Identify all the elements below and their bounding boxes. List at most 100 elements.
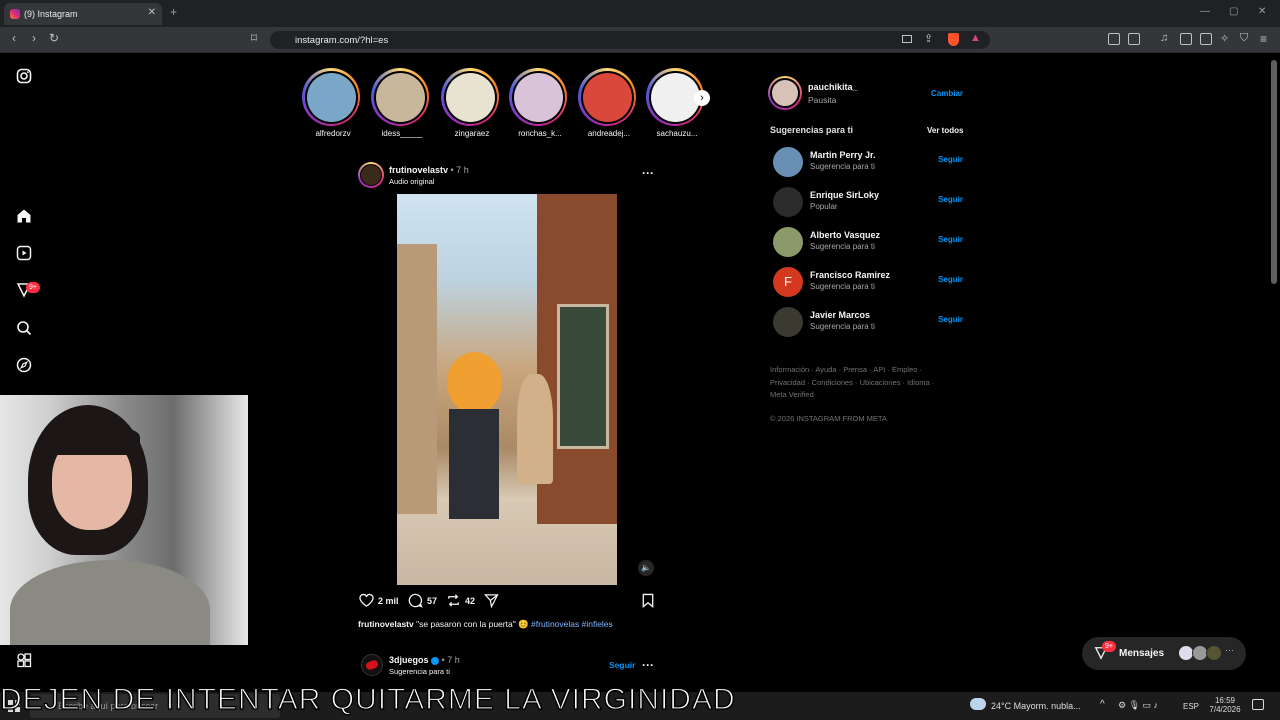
suggestion-name[interactable]: Martin Perry Jr. xyxy=(810,150,876,160)
suggestion-avatar[interactable] xyxy=(773,147,803,177)
reload-icon[interactable]: ↻ xyxy=(46,31,62,45)
caption-hashtags[interactable]: #frutinovelas #infieles xyxy=(531,619,613,629)
repost-icon[interactable] xyxy=(446,593,461,613)
post-time: • 7 h xyxy=(450,165,469,175)
suggestion-avatar[interactable] xyxy=(773,187,803,217)
instagram-favicon xyxy=(10,9,20,19)
page-scrollbar[interactable] xyxy=(1271,60,1277,284)
more-icon[interactable] xyxy=(14,652,34,672)
maximize-icon[interactable]: ▢ xyxy=(1229,6,1238,17)
post-caption: frutinovelastv "se pasaron con la puerta… xyxy=(358,619,613,630)
next-post-author[interactable]: 3djuegos xyxy=(389,655,429,665)
back-icon[interactable]: ‹ xyxy=(6,31,22,45)
weather-text[interactable]: 24°C Mayorm. nubla... xyxy=(991,701,1081,711)
post-options-icon[interactable]: ··· xyxy=(642,166,654,180)
vpn-icon[interactable]: ⛉ xyxy=(1240,32,1248,45)
story-item[interactable]: andreadej... xyxy=(578,68,640,138)
instagram-logo-icon[interactable] xyxy=(14,68,34,88)
next-post-avatar[interactable] xyxy=(361,654,383,676)
post-author-line: frutinovelastv • 7 h xyxy=(389,165,469,175)
switch-account-button[interactable]: Cambiar xyxy=(931,89,963,98)
wallet-icon[interactable] xyxy=(1200,33,1212,45)
follow-button[interactable]: Seguir xyxy=(938,275,963,284)
next-post-follow-button[interactable]: Seguir xyxy=(609,660,635,670)
story-avatar xyxy=(445,72,495,122)
follow-button[interactable]: Seguir xyxy=(938,315,963,324)
suggestion-item: Enrique SirLoky Popular Seguir xyxy=(773,187,963,221)
footer-links-line[interactable]: Privacidad · Condiciones · Ubicaciones ·… xyxy=(770,377,970,390)
close-tab-icon[interactable]: ✕ xyxy=(148,7,156,18)
extension-icon-2[interactable] xyxy=(1128,33,1140,45)
suggestion-subtitle: Sugerencia para ti xyxy=(810,242,875,251)
comment-count[interactable]: 57 xyxy=(427,596,437,606)
explore-icon[interactable] xyxy=(14,357,34,377)
follow-button[interactable]: Seguir xyxy=(938,155,963,164)
post-audio[interactable]: Audio original xyxy=(389,177,434,186)
post-author-avatar[interactable] xyxy=(358,162,384,188)
sidebar-toggle-icon[interactable] xyxy=(1180,33,1192,45)
brave-shield-icon[interactable] xyxy=(948,33,959,46)
suggestion-avatar[interactable]: F xyxy=(773,267,803,297)
suggestion-name[interactable]: Francisco Ramirez xyxy=(810,270,890,280)
story-item[interactable]: zingaraez xyxy=(441,68,503,138)
new-tab-button[interactable]: + xyxy=(170,5,177,19)
webcam-overlay xyxy=(0,395,248,645)
share-icon[interactable]: ⇪ xyxy=(924,32,933,45)
url-field[interactable]: instagram.com/?hl=es xyxy=(270,31,990,49)
profile-avatar[interactable] xyxy=(768,76,802,110)
footer-links-line[interactable]: Información · Ayuda · Prensa · API · Emp… xyxy=(770,364,970,377)
footer-links-line[interactable]: Meta Verified xyxy=(770,389,970,402)
tray-chevron-icon[interactable]: ^ xyxy=(1100,699,1105,710)
save-icon[interactable] xyxy=(641,593,655,613)
post-media[interactable]: 🔈 xyxy=(352,194,663,585)
stories-next-icon[interactable]: › xyxy=(694,90,710,106)
suggestion-name[interactable]: Javier Marcos xyxy=(810,310,870,320)
like-count[interactable]: 2 mil xyxy=(378,596,399,606)
profile-username[interactable]: pauchikita_ xyxy=(808,82,858,92)
tray-icons[interactable]: ⚙ 🎙 ▭ ♪ xyxy=(1118,700,1158,711)
follow-button[interactable]: Seguir xyxy=(938,235,963,244)
footer-links[interactable]: Información · Ayuda · Prensa · API · Emp… xyxy=(770,364,970,402)
story-avatar xyxy=(306,72,356,122)
forward-icon[interactable]: › xyxy=(26,31,42,45)
suggestion-avatar[interactable] xyxy=(773,307,803,337)
story-item[interactable]: alfredorzv xyxy=(302,68,364,138)
menu-icon[interactable]: ≡ xyxy=(1260,32,1267,46)
post-author[interactable]: frutinovelastv xyxy=(389,165,448,175)
clock[interactable]: 16:59 7/4/2026 xyxy=(1207,696,1243,714)
profile-name: Pausita xyxy=(808,95,837,105)
like-icon[interactable] xyxy=(359,593,374,613)
bookmark-icon[interactable]: ⌑ xyxy=(246,31,262,45)
repost-count[interactable]: 42 xyxy=(465,596,475,606)
story-avatar xyxy=(375,72,425,122)
brave-rewards-icon[interactable]: ▲ xyxy=(970,32,981,44)
close-window-icon[interactable]: ✕ xyxy=(1258,6,1266,17)
language-indicator[interactable]: ESP xyxy=(1183,702,1199,711)
story-item[interactable]: idess_____ xyxy=(371,68,433,138)
mute-icon[interactable]: 🔈 xyxy=(638,560,654,576)
browser-tab[interactable]: (9) Instagram ✕ xyxy=(4,3,162,25)
story-username: ronchas_k... xyxy=(518,129,562,138)
media-icon[interactable]: ♫ xyxy=(1160,32,1168,44)
suggestion-name[interactable]: Enrique SirLoky xyxy=(810,190,879,200)
comment-icon[interactable] xyxy=(408,593,423,613)
notification-center-icon[interactable] xyxy=(1252,699,1264,710)
messages-button[interactable]: 9+ Mensajes ··· xyxy=(1082,637,1246,670)
follow-button[interactable]: Seguir xyxy=(938,195,963,204)
leo-ai-icon[interactable]: ✧ xyxy=(1220,32,1229,45)
weather-icon[interactable] xyxy=(970,698,986,710)
caption-author[interactable]: frutinovelastv xyxy=(358,619,414,629)
suggestion-avatar[interactable] xyxy=(773,227,803,257)
minimize-icon[interactable]: — xyxy=(1200,6,1210,17)
extension-icon-1[interactable] xyxy=(1108,33,1120,45)
home-icon[interactable] xyxy=(14,208,34,228)
share-post-icon[interactable] xyxy=(484,593,499,613)
cast-icon[interactable] xyxy=(902,35,912,43)
search-icon[interactable] xyxy=(14,320,34,340)
suggestion-name[interactable]: Alberto Vasquez xyxy=(810,230,880,240)
see-all-link[interactable]: Ver todos xyxy=(927,126,963,135)
next-post-options-icon[interactable]: ··· xyxy=(642,658,654,672)
story-item[interactable]: ronchas_k... xyxy=(509,68,571,138)
reels-icon[interactable] xyxy=(14,245,34,265)
next-post-time: • 7 h xyxy=(441,655,460,665)
